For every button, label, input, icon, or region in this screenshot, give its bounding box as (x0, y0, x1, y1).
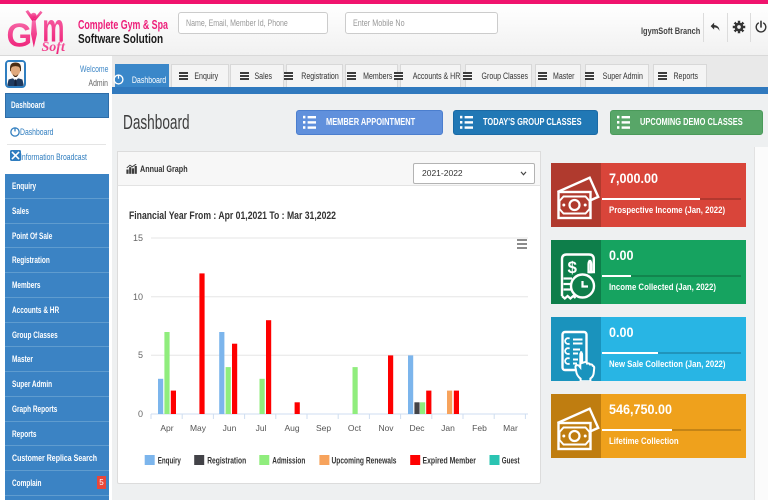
svg-text:Expired Member: Expired Member (423, 456, 477, 466)
svg-text:$: $ (568, 258, 578, 277)
svg-text:Aug: Aug (284, 423, 299, 433)
svg-text:0: 0 (138, 409, 143, 419)
svg-text:Soft: Soft (42, 40, 66, 55)
svg-text:Enquiry: Enquiry (158, 456, 181, 466)
svg-text:Feb: Feb (472, 423, 487, 433)
svg-text:G: G (7, 17, 33, 54)
svg-text:Apr: Apr (160, 423, 173, 433)
svg-text:Dec: Dec (409, 423, 425, 433)
svg-text:Oct: Oct (348, 423, 362, 433)
svg-text:Admission: Admission (272, 456, 305, 466)
svg-text:Sep: Sep (316, 423, 331, 433)
svg-text:Guest: Guest (502, 456, 520, 466)
svg-text:15: 15 (133, 233, 143, 243)
svg-text:10: 10 (133, 292, 143, 302)
svg-text:Financial Year From : Apr 01,2: Financial Year From : Apr 01,2021 To : M… (129, 210, 336, 222)
svg-text:Mar: Mar (503, 423, 518, 433)
svg-text:Jul: Jul (256, 423, 267, 433)
svg-text:5: 5 (138, 350, 143, 360)
svg-text:Nov: Nov (378, 423, 394, 433)
svg-text:Registration: Registration (207, 456, 246, 466)
svg-text:May: May (190, 423, 207, 433)
svg-text:Jun: Jun (223, 423, 237, 433)
svg-text:Jan: Jan (441, 423, 455, 433)
svg-text:Upcoming Renewals: Upcoming Renewals (332, 456, 397, 466)
